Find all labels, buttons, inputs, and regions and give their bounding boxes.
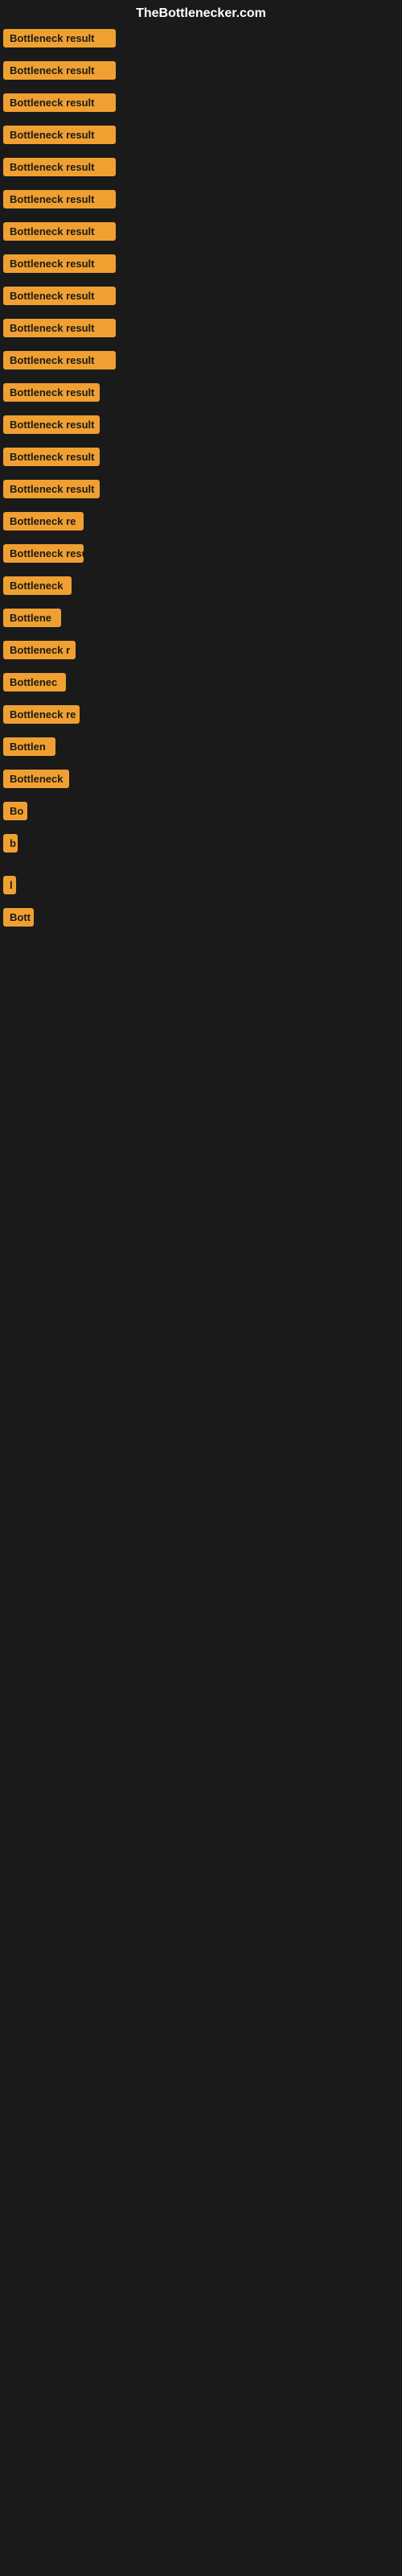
badge-row: Bottleneck result — [0, 443, 402, 475]
bottleneck-badge[interactable]: Bottleneck r — [3, 641, 76, 659]
badge-row: Bottleneck re — [0, 700, 402, 733]
bottleneck-badge[interactable]: Bottleneck result — [3, 383, 100, 402]
badge-row: Bottleneck result — [0, 411, 402, 443]
badge-row: Bottlen — [0, 733, 402, 765]
badge-row: Bottleneck result — [0, 185, 402, 217]
bottleneck-badge[interactable]: Bottlen — [3, 737, 55, 756]
bottleneck-badge[interactable]: Bottleneck result — [3, 319, 116, 337]
badge-row: Bottleneck result — [0, 89, 402, 121]
bottleneck-badge[interactable]: Bottleneck result — [3, 126, 116, 144]
bottleneck-badge[interactable]: Bottleneck result — [3, 158, 116, 176]
badge-row: b — [0, 829, 402, 861]
badge-row: Bottleneck result — [0, 282, 402, 314]
bottleneck-badge[interactable]: Bottleneck result — [3, 287, 116, 305]
bottleneck-badge[interactable]: Bottlenec — [3, 673, 66, 691]
site-title: TheBottlenecker.com — [136, 6, 266, 20]
bottleneck-badge[interactable]: Bottleneck re — [3, 705, 80, 724]
bottleneck-badge[interactable]: Bottleneck result — [3, 448, 100, 466]
bottleneck-badge[interactable]: Bottleneck — [3, 576, 72, 595]
bottleneck-badge[interactable]: Bottleneck result — [3, 61, 116, 80]
bottleneck-badge[interactable]: b — [3, 834, 18, 852]
bottleneck-badge[interactable]: Bottleneck result — [3, 190, 116, 208]
badge-row: l — [0, 871, 402, 903]
bottleneck-badge[interactable]: Bottleneck — [3, 770, 69, 788]
header: TheBottlenecker.com — [0, 0, 402, 24]
bottleneck-badge[interactable]: Bo — [3, 802, 27, 820]
badge-row: Bo — [0, 797, 402, 829]
badge-row: Bott — [0, 903, 402, 935]
badge-row: Bottleneck result — [0, 378, 402, 411]
bottleneck-badge[interactable]: Bott — [3, 908, 34, 927]
bottleneck-badge[interactable]: Bottleneck result — [3, 29, 116, 47]
bottleneck-badge[interactable]: Bottleneck result — [3, 93, 116, 112]
badge-row: Bottleneck result — [0, 314, 402, 346]
badge-row: Bottleneck — [0, 572, 402, 604]
badge-row: Bottleneck result — [0, 475, 402, 507]
bottleneck-badge[interactable]: Bottleneck result — [3, 480, 100, 498]
badge-row: Bottlenec — [0, 668, 402, 700]
bottleneck-badge[interactable]: l — [3, 876, 16, 894]
badge-row: Bottlene — [0, 604, 402, 636]
badge-row — [0, 861, 402, 871]
badge-row: Bottleneck — [0, 765, 402, 797]
bottleneck-badge[interactable]: Bottlene — [3, 609, 61, 627]
badge-row: Bottleneck r — [0, 636, 402, 668]
bottleneck-badge[interactable]: Bottleneck resul — [3, 544, 84, 563]
bottleneck-badge[interactable]: Bottleneck result — [3, 351, 116, 369]
badge-row: Bottleneck result — [0, 121, 402, 153]
bottleneck-badge[interactable]: Bottleneck result — [3, 254, 116, 273]
badge-row: Bottleneck re — [0, 507, 402, 539]
badge-row: Bottleneck result — [0, 153, 402, 185]
badge-row: Bottleneck result — [0, 24, 402, 56]
badge-row: Bottleneck resul — [0, 539, 402, 572]
badge-row: Bottleneck result — [0, 56, 402, 89]
badges-container: Bottleneck result Bottleneck result Bottle… — [0, 24, 402, 935]
bottleneck-badge[interactable]: Bottleneck re — [3, 512, 84, 530]
badge-row: Bottleneck result — [0, 346, 402, 378]
bottleneck-badge[interactable]: Bottleneck result — [3, 222, 116, 241]
badge-row: Bottleneck result — [0, 250, 402, 282]
badge-row: Bottleneck result — [0, 217, 402, 250]
bottleneck-badge[interactable]: Bottleneck result — [3, 415, 100, 434]
